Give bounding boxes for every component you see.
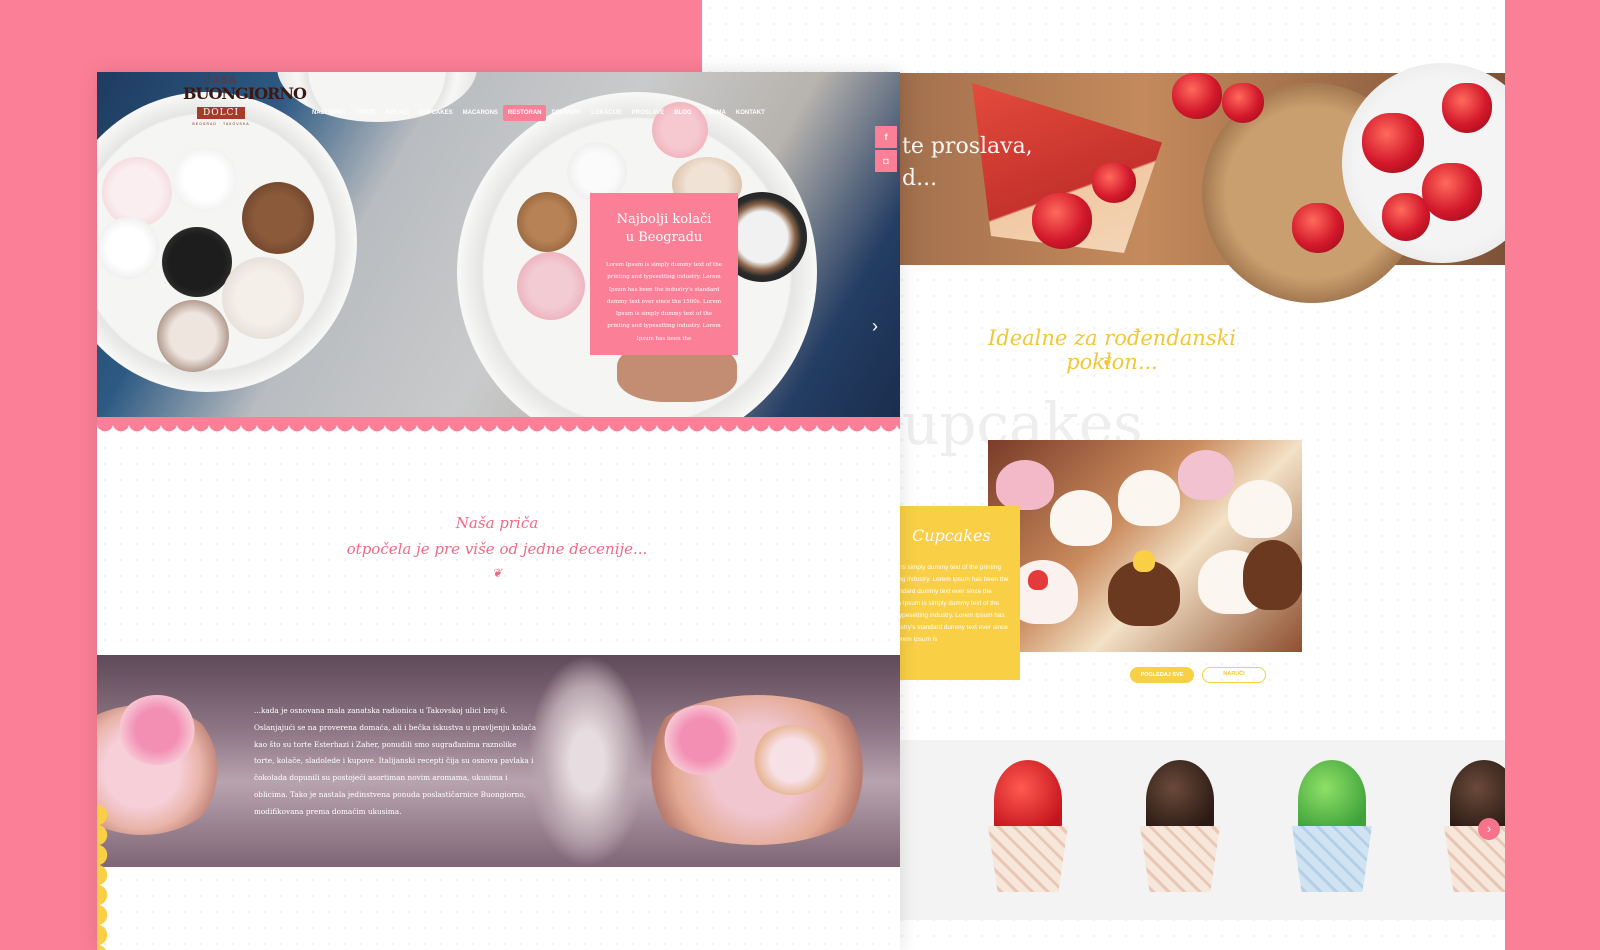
back-hero-line2: d...	[902, 166, 938, 191]
logo-small-text: BEOGRAD · TAKOVSKA	[192, 122, 250, 126]
nav-item-restoran[interactable]: RESTORAN	[502, 105, 547, 121]
nav-item-naslovna[interactable]: NASLOVNA	[307, 105, 351, 121]
ornament-icon: ❦	[1102, 354, 1115, 369]
hero-title-line1: Najbolji kolači	[616, 212, 712, 227]
facebook-icon[interactable]: f	[875, 126, 897, 148]
nav-item-delivery[interactable]: DELIVERY	[546, 105, 586, 121]
hero-card: Najbolji kolači u Beogradu Lorem Ipsum i…	[590, 193, 738, 355]
view-all-button[interactable]: POGLEDAJ SVE	[1130, 667, 1194, 683]
story-body: ...kada je osnovana mala zanatska radion…	[254, 706, 537, 816]
social-links: f ◘	[875, 126, 900, 174]
story-heading: Naša priča otpočela je pre više od jedne…	[287, 510, 707, 584]
story-band: ...kada je osnovana mala zanatska radion…	[97, 655, 900, 867]
hero-body: Lorem Ipsum is simply dummy text of the …	[605, 262, 723, 342]
nav-item-o-nama[interactable]: O NAMA	[697, 105, 731, 121]
main-nav: NASLOVNA TORTE KOLAČI CUPCAKES MACARONS …	[307, 105, 770, 121]
story-heading-line1: Naša priča	[455, 514, 539, 532]
hero-next-icon[interactable]: ›	[872, 316, 878, 337]
logo-bottom-text: DOLCI	[196, 107, 245, 119]
ornament-icon: ❦	[491, 566, 503, 580]
hero-banner: CASA BUONGIORNO DOLCI BEOGRAD · TAKOVSKA…	[97, 72, 900, 423]
story-heading-line2: otpočela je pre više od jedne decenije..…	[346, 540, 648, 558]
nav-item-kontakt[interactable]: KONTAKT	[731, 105, 770, 121]
instagram-icon[interactable]: ◘	[875, 150, 897, 172]
cupcakes-card-title: Cupcakes	[912, 526, 991, 545]
yellow-scallop-edge	[97, 805, 117, 950]
back-hero-line1: te proslava,	[902, 134, 1033, 159]
brand-logo[interactable]: CASA BUONGIORNO DOLCI BEOGRAD · TAKOVSKA	[183, 76, 307, 126]
hero-title-line2: u Beogradu	[625, 230, 703, 245]
front-page: CASA BUONGIORNO DOLCI BEOGRAD · TAKOVSKA…	[97, 72, 900, 950]
nav-item-torte[interactable]: TORTE	[351, 105, 381, 121]
nav-item-cupcakes[interactable]: CUPCAKES	[414, 105, 458, 121]
order-button[interactable]: NARUČI	[1202, 667, 1266, 683]
carousel-item[interactable]	[1136, 760, 1224, 900]
nav-item-kolaci[interactable]: KOLAČI	[381, 105, 414, 121]
carousel-item[interactable]	[984, 760, 1072, 900]
nav-item-macarons[interactable]: MACARONS	[458, 105, 503, 121]
logo-name-text: BUONGIORNO	[183, 84, 307, 103]
scallop-edge	[97, 423, 900, 437]
nav-item-proslave[interactable]: PROSLAVE	[627, 105, 670, 121]
cupcakes-photo	[988, 440, 1302, 652]
carousel-next-icon[interactable]: ›	[1478, 818, 1500, 840]
nav-item-blog[interactable]: BLOG	[669, 105, 696, 121]
nav-item-lokacije[interactable]: LOKACIJE	[586, 105, 626, 121]
carousel-item[interactable]	[1288, 760, 1376, 900]
back-hero-text: te proslava, d...	[902, 131, 1033, 195]
